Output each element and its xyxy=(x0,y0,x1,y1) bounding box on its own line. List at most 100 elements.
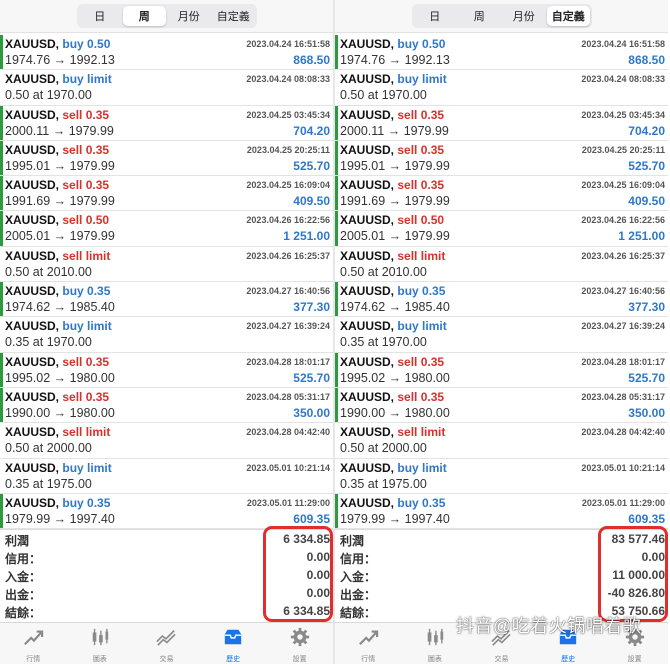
order-detail: 1979.99 → 1997.40 xyxy=(340,511,450,526)
order-row[interactable]: XAUUSD, sell 0.35 1990.00 → 1980.00 2023.0… xyxy=(335,387,668,424)
order-time: 2023.04.25 20:25:11 xyxy=(246,144,330,155)
order-symbol: XAUUSD, xyxy=(5,284,60,299)
order-title: XAUUSD, sell 0.35 xyxy=(340,108,444,122)
order-row[interactable]: XAUUSD, buy 0.35 1979.99 → 1997.40 2023.05… xyxy=(0,493,333,530)
order-time: 2023.04.27 16:39:24 xyxy=(246,321,330,332)
order-title: XAUUSD, sell 0.35 xyxy=(340,390,444,404)
order-title: XAUUSD, sell 0.50 xyxy=(5,213,109,227)
segment-2[interactable]: 月份 xyxy=(503,6,546,26)
order-row[interactable]: XAUUSD, sell 0.35 2000.11 → 1979.99 2023.0… xyxy=(0,105,333,141)
period-selector: 日周月份 自定義 xyxy=(0,0,333,33)
order-detail: 0.50 at 2000.00 xyxy=(5,441,92,456)
order-row[interactable]: XAUUSD, buy 0.50 1974.76 → 1992.13 2023.04… xyxy=(335,35,668,71)
order-time: 2023.05.01 11:29:00 xyxy=(581,497,665,508)
order-title: XAUUSD, sell 0.35 xyxy=(5,108,109,122)
order-side: buy limit xyxy=(397,72,447,87)
segment-0[interactable]: 日 xyxy=(79,6,122,26)
order-profit: 350.00 xyxy=(293,405,330,420)
order-row[interactable]: XAUUSD, buy limit 0.35 at 1975.00 2023.05.… xyxy=(335,459,668,494)
order-symbol: XAUUSD, xyxy=(340,107,395,122)
summary-label: 入金： xyxy=(5,570,42,584)
account-summary: 利潤 83 577.46 信用： 0.00 入金： 11 000.00 出金： -40 826… xyxy=(335,526,668,622)
summary-label: 利潤 xyxy=(5,534,30,548)
tab-quotes[interactable]: 行情 xyxy=(0,623,67,664)
order-side: buy limit xyxy=(397,460,447,475)
highlight-circle xyxy=(598,526,668,622)
order-detail: 1995.02 → 1980.00 xyxy=(5,370,115,385)
order-row[interactable]: XAUUSD, sell 0.35 1995.01 → 1979.99 2023.0… xyxy=(335,140,668,177)
segment-3[interactable]: 自定義 xyxy=(547,6,590,26)
order-row[interactable]: XAUUSD, buy limit 0.35 at 1970.00 2023.04.… xyxy=(0,317,333,353)
order-detail: 1990.00 → 1980.00 xyxy=(5,405,115,420)
order-row[interactable]: XAUUSD, sell limit 0.50 at 2010.00 2023.04… xyxy=(0,247,333,283)
tab-trade[interactable]: 交易 xyxy=(133,623,200,664)
bottom-tab-bar: 行情 圖表 交易 歷史 設置 xyxy=(0,622,333,664)
order-row[interactable]: XAUUSD, sell 0.35 1995.02 → 1980.00 2023.0… xyxy=(0,352,333,388)
segmented-control: 日周月份 自定義 xyxy=(76,4,257,28)
order-profit: 350.00 xyxy=(628,405,665,420)
order-row[interactable]: XAUUSD, sell 0.50 2005.01 → 1979.99 2023.0… xyxy=(335,211,668,247)
tab-history[interactable]: 歷史 xyxy=(200,623,267,664)
order-row[interactable]: XAUUSD, buy 0.35 1974.62 → 1985.40 2023.04… xyxy=(0,282,333,318)
segment-3[interactable]: 自定義 xyxy=(212,6,255,26)
tab-settings[interactable]: 設置 xyxy=(266,623,333,664)
order-title: XAUUSD, buy limit xyxy=(340,72,447,86)
order-row[interactable]: XAUUSD, sell 0.35 2000.11 → 1979.99 2023.0… xyxy=(335,105,668,141)
segment-1[interactable]: 周 xyxy=(458,6,501,26)
tab-label: 交易 xyxy=(159,656,174,663)
order-symbol: XAUUSD, xyxy=(5,72,60,87)
order-title: XAUUSD, sell 0.50 xyxy=(340,213,444,227)
tab-chart[interactable]: 圖表 xyxy=(67,623,134,664)
order-detail: 0.35 at 1970.00 xyxy=(340,335,427,350)
segment-2[interactable]: 月份 xyxy=(168,6,211,26)
segment-1[interactable]: 周 xyxy=(123,6,166,26)
segment-0[interactable]: 日 xyxy=(414,6,457,26)
order-row[interactable]: XAUUSD, sell 0.35 1991.69 → 1979.99 2023.0… xyxy=(0,176,333,212)
order-row[interactable]: XAUUSD, sell limit 0.50 at 2000.00 2023.04… xyxy=(335,423,668,459)
order-side: sell 0.35 xyxy=(397,354,445,369)
order-detail: 1991.69 → 1979.99 xyxy=(5,194,115,209)
order-row[interactable]: XAUUSD, buy 0.35 1979.99 → 1997.40 2023.05… xyxy=(335,493,668,530)
order-time: 2023.04.24 16:51:58 xyxy=(246,39,330,49)
order-symbol: XAUUSD, xyxy=(5,37,60,51)
order-symbol: XAUUSD, xyxy=(340,354,395,369)
order-title: XAUUSD, sell 0.35 xyxy=(5,390,109,404)
order-detail: 1990.00 → 1980.00 xyxy=(340,405,450,420)
order-side: sell 0.35 xyxy=(62,389,110,404)
order-symbol: XAUUSD, xyxy=(5,107,60,122)
order-profit: 525.70 xyxy=(293,158,330,173)
order-row[interactable]: XAUUSD, sell 0.35 1990.00 → 1980.00 2023.0… xyxy=(0,387,333,424)
order-row[interactable]: XAUUSD, sell 0.35 1991.69 → 1979.99 2023.0… xyxy=(335,176,668,212)
order-row[interactable]: XAUUSD, buy 0.50 1974.76 → 1992.13 2023.04… xyxy=(0,35,333,71)
order-side: sell limit xyxy=(397,425,446,440)
watermark: 抖音@吃着火锅唱着歌 xyxy=(456,616,642,636)
order-detail: 0.35 at 1975.00 xyxy=(340,476,427,491)
order-row[interactable]: XAUUSD, sell 0.35 1995.01 → 1979.99 2023.0… xyxy=(0,140,333,177)
order-side: sell 0.35 xyxy=(62,178,110,193)
order-side: buy 0.35 xyxy=(62,284,111,299)
tab-quotes[interactable]: 行情 xyxy=(335,623,402,664)
order-row[interactable]: XAUUSD, sell 0.50 2005.01 → 1979.99 2023.0… xyxy=(0,211,333,247)
order-row[interactable]: XAUUSD, sell limit 0.50 at 2000.00 2023.04… xyxy=(0,423,333,459)
order-time: 2023.04.26 16:22:56 xyxy=(581,215,665,226)
order-row[interactable]: XAUUSD, sell limit 0.50 at 2010.00 2023.04… xyxy=(335,247,668,283)
order-row[interactable]: XAUUSD, buy limit 0.50 at 1970.00 2023.04.… xyxy=(0,70,333,106)
order-title: XAUUSD, sell 0.35 xyxy=(340,143,444,157)
order-detail: 1979.99 → 1997.40 xyxy=(5,511,115,526)
order-symbol: XAUUSD, xyxy=(340,72,395,87)
order-row[interactable]: XAUUSD, buy limit 0.50 at 1970.00 2023.04.… xyxy=(335,70,668,106)
order-profit: 377.30 xyxy=(293,300,330,315)
tab-label: 設置 xyxy=(627,656,642,663)
order-title: XAUUSD, buy 0.50 xyxy=(5,37,110,51)
order-time: 2023.04.25 16:09:04 xyxy=(246,180,330,191)
order-detail: 0.50 at 1970.00 xyxy=(5,88,92,103)
order-side: buy 0.35 xyxy=(397,495,446,510)
order-profit: 1 251.00 xyxy=(618,229,665,244)
order-row[interactable]: XAUUSD, buy 0.35 1974.62 → 1985.40 2023.04… xyxy=(335,282,668,318)
order-row[interactable]: XAUUSD, buy limit 0.35 at 1975.00 2023.05.… xyxy=(0,459,333,494)
order-title: XAUUSD, buy 0.50 xyxy=(340,37,445,51)
order-row[interactable]: XAUUSD, sell 0.35 1995.02 → 1980.00 2023.0… xyxy=(335,352,668,388)
summary-label: 結餘： xyxy=(340,606,377,620)
order-row[interactable]: XAUUSD, buy limit 0.35 at 1970.00 2023.04.… xyxy=(335,317,668,353)
order-time: 2023.04.26 16:25:37 xyxy=(581,250,665,261)
